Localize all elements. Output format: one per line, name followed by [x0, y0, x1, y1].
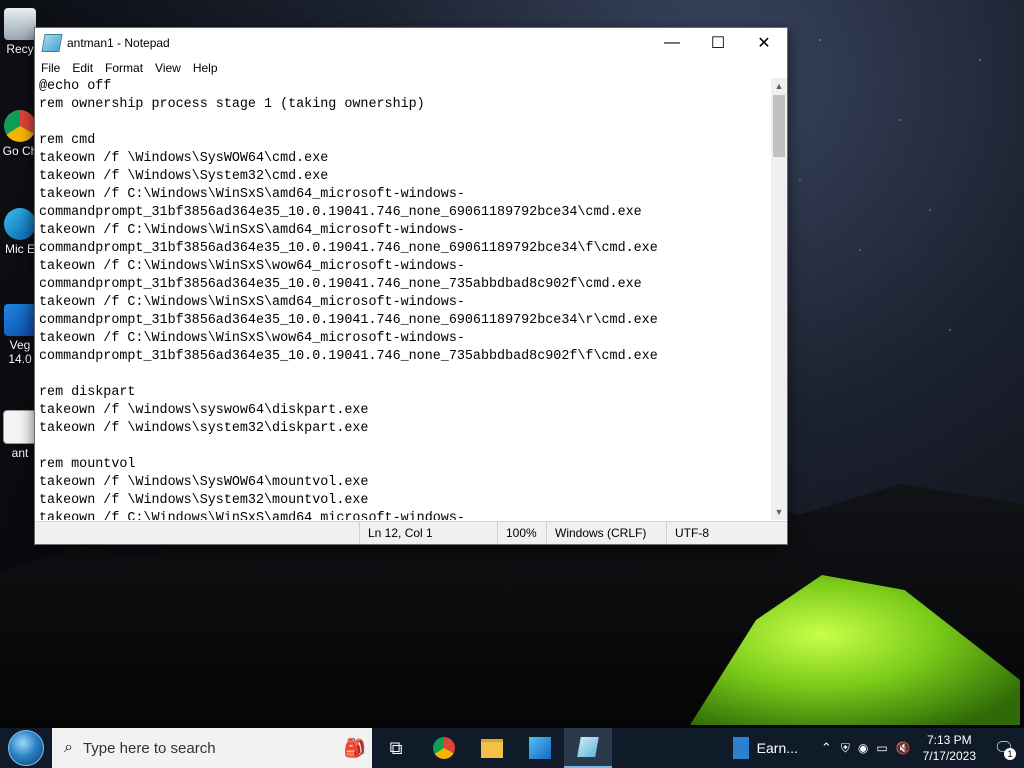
- taskbar-notepad[interactable]: [564, 728, 612, 768]
- editor-line[interactable]: takeown /f \windows\system32\diskpart.ex…: [35, 420, 771, 438]
- taskbar-file-explorer[interactable]: [468, 728, 516, 768]
- vegas-icon: [4, 304, 36, 336]
- editor-line[interactable]: [35, 366, 771, 384]
- editor-line[interactable]: commandprompt_31bf3856ad364e35_10.0.1904…: [35, 348, 771, 366]
- taskbar-search[interactable]: ⌕ Type here to search 🎒: [52, 728, 372, 768]
- editor-line[interactable]: commandprompt_31bf3856ad364e35_10.0.1904…: [35, 276, 771, 294]
- editor-line[interactable]: rem cmd: [35, 132, 771, 150]
- system-tray: Earn... ⌃ ⛨ ◉ ▭ 🔇 7:13 PM 7/17/2023 🗨 1: [732, 728, 1024, 768]
- search-placeholder: Type here to search: [82, 739, 216, 757]
- notepad-icon: [577, 737, 599, 757]
- clock-time: 7:13 PM: [926, 733, 972, 747]
- search-highlight-icon: 🎒: [343, 737, 366, 758]
- close-button[interactable]: ✕: [741, 28, 787, 58]
- minimize-button[interactable]: —: [649, 28, 695, 58]
- recycle-bin-icon: [4, 8, 36, 40]
- window-title: antman1 - Notepad: [67, 36, 170, 50]
- menu-view[interactable]: View: [149, 61, 187, 75]
- camera-icon[interactable]: ◉: [854, 741, 872, 755]
- text-editor[interactable]: @echo off rem ownership process stage 1 (…: [35, 78, 771, 520]
- status-encoding: UTF-8: [666, 522, 785, 544]
- editor-line[interactable]: takeown /f \windows\syswow64\diskpart.ex…: [35, 402, 771, 420]
- start-orb-icon: [8, 730, 44, 766]
- editor-line[interactable]: takeown /f C:\Windows\WinSxS\amd64_micro…: [35, 222, 771, 240]
- volume-muted-icon[interactable]: 🔇: [892, 741, 915, 755]
- scroll-thumb[interactable]: [773, 95, 785, 157]
- editor-line[interactable]: takeown /f \Windows\SysWOW64\mountvol.ex…: [35, 474, 771, 492]
- notification-count: 1: [1004, 748, 1016, 760]
- network-icon[interactable]: ▭: [872, 741, 891, 755]
- scroll-down-icon[interactable]: ▼: [771, 504, 787, 520]
- editor-line[interactable]: rem diskpart: [35, 384, 771, 402]
- editor-line[interactable]: rem ownership process stage 1 (taking ow…: [35, 96, 771, 114]
- search-icon: ⌕: [64, 739, 73, 756]
- status-line-ending: Windows (CRLF): [546, 522, 665, 544]
- maximize-button[interactable]: ☐: [695, 28, 741, 58]
- clock[interactable]: 7:13 PM 7/17/2023: [915, 732, 984, 764]
- task-view-button[interactable]: ⧉: [372, 728, 420, 768]
- taskbar-chrome[interactable]: [420, 728, 468, 768]
- taskbar-vegas[interactable]: [516, 728, 564, 768]
- start-button[interactable]: [0, 728, 52, 768]
- clock-date: 7/17/2023: [922, 749, 976, 763]
- editor-line[interactable]: [35, 438, 771, 456]
- menu-help[interactable]: Help: [187, 61, 224, 75]
- editor-line[interactable]: takeown /f \Windows\System32\mountvol.ex…: [35, 492, 771, 510]
- menu-format[interactable]: Format: [99, 61, 149, 75]
- chrome-icon: [4, 110, 36, 142]
- editor-line[interactable]: takeown /f C:\Windows\WinSxS\wow64_micro…: [35, 330, 771, 348]
- status-zoom: 100%: [497, 522, 546, 544]
- editor-line[interactable]: [35, 114, 771, 132]
- document-icon: [732, 737, 749, 759]
- weather-label: Earn...: [756, 740, 798, 756]
- notification-center-button[interactable]: 🗨 1: [984, 728, 1024, 768]
- task-view-icon: ⧉: [389, 737, 403, 758]
- editor-line[interactable]: takeown /f C:\Windows\WinSxS\amd64_micro…: [35, 510, 771, 520]
- chevron-up-icon[interactable]: ⌃: [816, 740, 837, 756]
- taskbar-weather-app[interactable]: Earn...: [732, 737, 798, 759]
- notepad-window: antman1 - Notepad — ☐ ✕ File Edit Format…: [34, 27, 788, 545]
- defender-icon[interactable]: ⛨: [837, 741, 854, 756]
- status-bar: Ln 12, Col 1 100% Windows (CRLF) UTF-8: [35, 521, 787, 544]
- title-bar[interactable]: antman1 - Notepad — ☐ ✕: [35, 28, 787, 58]
- vertical-scrollbar[interactable]: ▲ ▼: [771, 78, 787, 520]
- folder-icon: [481, 738, 503, 758]
- menu-bar: File Edit Format View Help: [35, 58, 787, 78]
- batch-file-icon: [3, 410, 37, 444]
- editor-line[interactable]: commandprompt_31bf3856ad364e35_10.0.1904…: [35, 204, 771, 222]
- editor-line[interactable]: takeown /f C:\Windows\WinSxS\wow64_micro…: [35, 258, 771, 276]
- editor-line[interactable]: commandprompt_31bf3856ad364e35_10.0.1904…: [35, 312, 771, 330]
- menu-edit[interactable]: Edit: [66, 61, 99, 75]
- editor-line[interactable]: takeown /f C:\Windows\WinSxS\amd64_micro…: [35, 186, 771, 204]
- editor-line[interactable]: @echo off: [35, 78, 771, 96]
- taskbar: ⌕ Type here to search 🎒 ⧉ Earn... ⌃ ⛨ ◉ …: [0, 728, 1024, 768]
- editor-line[interactable]: rem mountvol: [35, 456, 771, 474]
- menu-file[interactable]: File: [35, 61, 66, 75]
- editor-line[interactable]: takeown /f \Windows\System32\cmd.exe: [35, 168, 771, 186]
- notepad-icon: [41, 34, 63, 52]
- scroll-up-icon[interactable]: ▲: [771, 78, 787, 94]
- chrome-icon: [433, 737, 455, 759]
- editor-line[interactable]: commandprompt_31bf3856ad364e35_10.0.1904…: [35, 240, 771, 258]
- status-position: Ln 12, Col 1: [359, 522, 498, 544]
- edge-icon: [4, 208, 36, 240]
- vegas-icon: [529, 737, 551, 759]
- editor-line[interactable]: takeown /f C:\Windows\WinSxS\amd64_micro…: [35, 294, 771, 312]
- editor-line[interactable]: takeown /f \Windows\SysWOW64\cmd.exe: [35, 150, 771, 168]
